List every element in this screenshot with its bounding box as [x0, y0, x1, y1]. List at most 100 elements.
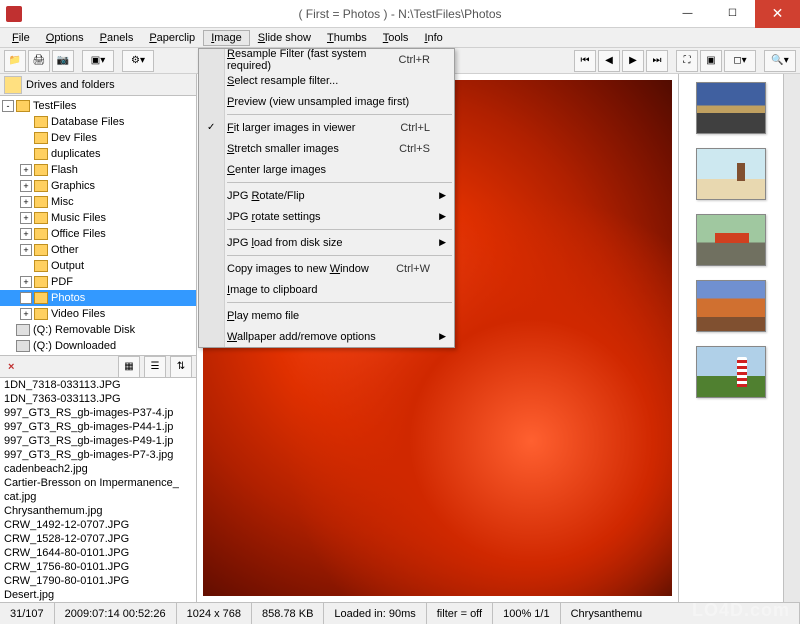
thumbnail[interactable]: [696, 280, 766, 332]
tree-node[interactable]: Output: [0, 258, 196, 274]
file-item[interactable]: 1DN_7363-033113.JPG: [0, 392, 196, 406]
file-item[interactable]: 997_GT3_RS_gb-images-P44-1.jp: [0, 420, 196, 434]
status-name: Chrysanthemu: [561, 603, 800, 624]
tree-node[interactable]: +Misc: [0, 194, 196, 210]
status-load: Loaded in: 90ms: [324, 603, 426, 624]
menu-file[interactable]: File: [4, 30, 38, 46]
menu-image[interactable]: Image: [203, 30, 250, 46]
tree-node[interactable]: +Music Files: [0, 210, 196, 226]
app-icon: [6, 6, 22, 22]
tree-node[interactable]: (Q:) Downloaded: [0, 338, 196, 354]
file-item[interactable]: CRW_1790-80-0101.JPG: [0, 574, 196, 588]
menu-item[interactable]: Play memo file: [199, 305, 454, 326]
drives-icon[interactable]: [4, 76, 22, 94]
status-filter: filter = off: [427, 603, 493, 624]
file-item[interactable]: 997_GT3_RS_gb-images-P7-3.jpg: [0, 448, 196, 462]
menu-paperclip[interactable]: Paperclip: [141, 30, 203, 46]
tree-node[interactable]: -TestFiles: [0, 98, 196, 114]
menu-item[interactable]: ✓Fit larger images in viewerCtrl+L: [199, 117, 454, 138]
menu-item[interactable]: Preview (view unsampled image first): [199, 91, 454, 112]
menu-options[interactable]: Options: [38, 30, 92, 46]
tree-node[interactable]: +Office Files: [0, 226, 196, 242]
view-detail-icon[interactable]: ☰: [144, 356, 166, 378]
thumbnail-strip[interactable]: [678, 74, 783, 602]
tree-node[interactable]: +Other: [0, 242, 196, 258]
scrollbar[interactable]: [783, 74, 800, 602]
menu-panels[interactable]: Panels: [92, 30, 142, 46]
file-item[interactable]: Chrysanthemum.jpg: [0, 504, 196, 518]
tool-view-icon[interactable]: ◻▾: [724, 50, 756, 72]
tree-node[interactable]: +Graphics: [0, 178, 196, 194]
tool-filter-icon[interactable]: ⚙▾: [122, 50, 154, 72]
menu-item[interactable]: Select resample filter...: [199, 70, 454, 91]
menu-item[interactable]: Copy images to new WindowCtrl+W: [199, 258, 454, 279]
file-item[interactable]: CRW_1528-12-0707.JPG: [0, 532, 196, 546]
file-list[interactable]: 1DN_7318-033113.JPG1DN_7363-033113.JPG99…: [0, 378, 196, 602]
file-item[interactable]: cadenbeach2.jpg: [0, 462, 196, 476]
maximize-button[interactable]: ☐: [710, 0, 755, 28]
thumbnail[interactable]: [696, 346, 766, 398]
tree-node[interactable]: Dev Files: [0, 130, 196, 146]
menu-item[interactable]: JPG rotate settings▶: [199, 206, 454, 227]
file-item[interactable]: 1DN_7318-033113.JPG: [0, 378, 196, 392]
menu-item[interactable]: Center large images: [199, 159, 454, 180]
view-list-icon[interactable]: ▦: [118, 356, 140, 378]
thumbnail[interactable]: [696, 148, 766, 200]
tree-node[interactable]: +Flash: [0, 162, 196, 178]
file-item[interactable]: CRW_1492-12-0707.JPG: [0, 518, 196, 532]
menu-tools[interactable]: Tools: [375, 30, 417, 46]
tool-first-icon[interactable]: ⏮: [574, 50, 596, 72]
minimize-button[interactable]: —: [665, 0, 710, 28]
tree-node[interactable]: +Photos: [0, 290, 196, 306]
file-item[interactable]: CRW_1644-80-0101.JPG: [0, 546, 196, 560]
menu-slide-show[interactable]: Slide show: [250, 30, 319, 46]
menu-info[interactable]: Info: [416, 30, 450, 46]
tool-last-icon[interactable]: ⏭: [646, 50, 668, 72]
close-panel-icon[interactable]: ×: [4, 361, 18, 373]
left-panel: Drives and folders -TestFilesDatabase Fi…: [0, 74, 197, 602]
file-item[interactable]: Cartier-Bresson on Impermanence_: [0, 476, 196, 490]
status-dims: 1024 x 768: [177, 603, 252, 624]
tool-open-icon[interactable]: 📁: [4, 50, 26, 72]
menu-item[interactable]: Wallpaper add/remove options▶: [199, 326, 454, 347]
tree-node[interactable]: +PDF: [0, 274, 196, 290]
status-date: 2009:07:14 00:52:26: [55, 603, 177, 624]
tree-node[interactable]: Database Files: [0, 114, 196, 130]
view-sort-icon[interactable]: ⇅: [170, 356, 192, 378]
statusbar: 31/107 2009:07:14 00:52:26 1024 x 768 85…: [0, 602, 800, 624]
tree-node[interactable]: duplicates: [0, 146, 196, 162]
menu-item[interactable]: JPG Rotate/Flip▶: [199, 185, 454, 206]
status-zoom: 100% 1/1: [493, 603, 560, 624]
close-button[interactable]: ✕: [755, 0, 800, 28]
file-item[interactable]: CRW_1756-80-0101.JPG: [0, 560, 196, 574]
drives-header: Drives and folders: [0, 74, 196, 96]
menubar: FileOptionsPanelsPaperclipImageSlide sho…: [0, 28, 800, 48]
status-size: 858.78 KB: [252, 603, 324, 624]
menu-item[interactable]: Image to clipboard: [199, 279, 454, 300]
tool-zoom-icon[interactable]: 🔍▾: [764, 50, 796, 72]
tool-next-icon[interactable]: ▶: [622, 50, 644, 72]
titlebar: ( First = Photos ) - N:\TestFiles\Photos…: [0, 0, 800, 28]
image-menu-dropdown[interactable]: Resample Filter (fast system required)Ct…: [198, 48, 455, 348]
folder-tree[interactable]: -TestFilesDatabase FilesDev Filesduplica…: [0, 96, 196, 356]
file-item[interactable]: Desert.jpg: [0, 588, 196, 602]
status-count: 31/107: [0, 603, 55, 624]
tool-slide-icon[interactable]: ▣▾: [82, 50, 114, 72]
tree-node[interactable]: (Q:) Removable Disk: [0, 322, 196, 338]
thumbnail[interactable]: [696, 214, 766, 266]
tool-full-icon[interactable]: ▣: [700, 50, 722, 72]
tool-fit-icon[interactable]: ⛶: [676, 50, 698, 72]
tool-camera-icon[interactable]: 📷: [52, 50, 74, 72]
file-item[interactable]: 997_GT3_RS_gb-images-P37-4.jp: [0, 406, 196, 420]
file-item[interactable]: 997_GT3_RS_gb-images-P49-1.jp: [0, 434, 196, 448]
thumbnail[interactable]: [696, 82, 766, 134]
drives-title: Drives and folders: [26, 79, 115, 91]
menu-thumbs[interactable]: Thumbs: [319, 30, 375, 46]
menu-item[interactable]: JPG load from disk size▶: [199, 232, 454, 253]
tool-prev-icon[interactable]: ◀: [598, 50, 620, 72]
file-item[interactable]: cat.jpg: [0, 490, 196, 504]
menu-item[interactable]: Stretch smaller imagesCtrl+S: [199, 138, 454, 159]
menu-item[interactable]: Resample Filter (fast system required)Ct…: [199, 49, 454, 70]
tree-node[interactable]: +Video Files: [0, 306, 196, 322]
tool-print-icon[interactable]: 🖨: [28, 50, 50, 72]
